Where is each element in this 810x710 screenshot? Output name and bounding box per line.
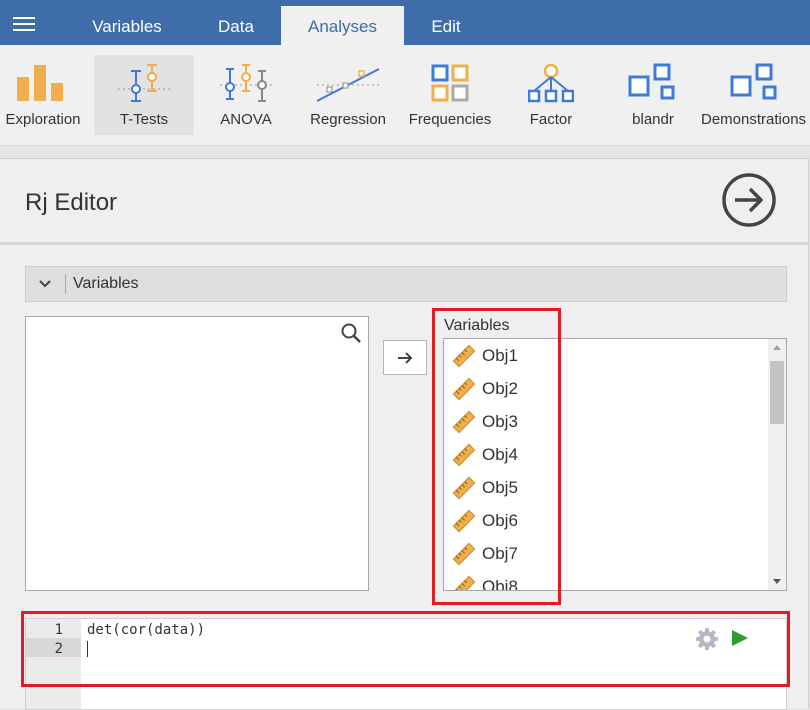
- ribbon-anova-button[interactable]: ANOVA: [198, 55, 294, 135]
- target-list-label: Variables: [444, 317, 510, 334]
- ruler-icon: [452, 575, 476, 590]
- active-line-highlight: [26, 638, 81, 657]
- module-icon: [730, 63, 777, 100]
- tab-variables[interactable]: Variables: [77, 0, 177, 45]
- panel-title: Rj Editor: [25, 189, 118, 216]
- hamburger-menu-icon[interactable]: [13, 17, 35, 31]
- variable-item[interactable]: Obj1: [444, 339, 764, 372]
- ribbon-factor-button[interactable]: Factor: [506, 55, 596, 135]
- tab-analyses[interactable]: Analyses: [281, 6, 404, 45]
- variable-item[interactable]: Obj7: [444, 537, 764, 570]
- ribbon-label: T-Tests: [119, 111, 169, 128]
- ribbon-demonstrations-button[interactable]: Demonstrations: [700, 55, 810, 135]
- rj-editor-panel: Rj Editor Variables Variables Obj1 Obj2 Ob…: [0, 158, 809, 710]
- ribbon-exploration-button[interactable]: Exploration: [0, 55, 86, 135]
- ribbon-label: Demonstrations: [701, 111, 807, 128]
- divider: [0, 242, 808, 245]
- analyses-ribbon: Exploration T-Tests ANOVA Regression Fre…: [0, 45, 810, 146]
- line-number-gutter: 1 2: [26, 619, 81, 709]
- variable-name: Obj3: [482, 412, 518, 431]
- line-number: 2: [54, 641, 63, 657]
- code-line[interactable]: det(cor(data)): [87, 622, 205, 638]
- arrow-right-icon: [398, 352, 413, 364]
- variable-item[interactable]: Obj6: [444, 504, 764, 537]
- arrow-right-circle-icon[interactable]: [722, 173, 776, 227]
- tab-edit[interactable]: Edit: [412, 0, 480, 45]
- gear-icon[interactable]: [695, 627, 719, 651]
- scroll-down-icon[interactable]: [773, 579, 781, 584]
- variable-name: Obj6: [482, 511, 518, 530]
- top-menu-bar: Variables Data Analyses Edit: [0, 0, 810, 45]
- variable-item[interactable]: Obj8: [444, 570, 764, 591]
- regression-icon: [316, 68, 380, 102]
- ruler-icon: [452, 410, 476, 434]
- variable-item[interactable]: Obj4: [444, 438, 764, 471]
- text-cursor: [87, 641, 88, 657]
- ribbon-label: Factor: [529, 111, 573, 128]
- scroll-up-icon[interactable]: [773, 345, 781, 350]
- exploration-icon: [17, 65, 63, 101]
- ribbon-frequencies-button[interactable]: Frequencies: [402, 55, 498, 135]
- ribbon-label: Frequencies: [408, 111, 492, 128]
- variables-section-header[interactable]: Variables: [25, 266, 787, 302]
- variable-name: Obj2: [482, 379, 518, 398]
- move-variable-button[interactable]: [383, 340, 427, 375]
- scrollbar[interactable]: [768, 339, 786, 590]
- variable-name: Obj1: [482, 346, 518, 365]
- ruler-icon: [452, 542, 476, 566]
- tab-data[interactable]: Data: [196, 0, 276, 45]
- ribbon-label: Exploration: [5, 111, 81, 128]
- ribbon-blandr-button[interactable]: blandr: [606, 55, 700, 135]
- ribbon-label: Regression: [310, 111, 386, 128]
- run-icon[interactable]: [731, 629, 749, 647]
- ribbon-t-tests-button[interactable]: T-Tests: [94, 55, 194, 135]
- variable-name: Obj5: [482, 478, 518, 497]
- separator: [65, 274, 66, 294]
- ruler-icon: [452, 344, 476, 368]
- variable-item[interactable]: Obj5: [444, 471, 764, 504]
- factor-icon: [528, 63, 574, 103]
- variable-items: Obj1 Obj2 Obj3 Obj4 Obj5 Obj6 Obj7 Obj8: [444, 339, 764, 591]
- ruler-icon: [452, 509, 476, 533]
- line-number: 1: [54, 622, 63, 638]
- variable-name: Obj7: [482, 544, 518, 563]
- available-variables-list[interactable]: [25, 316, 369, 591]
- search-icon[interactable]: [340, 322, 362, 344]
- variable-item[interactable]: Obj2: [444, 372, 764, 405]
- section-label: Variables: [73, 275, 139, 292]
- variable-name: Obj4: [482, 445, 518, 464]
- frequencies-icon: [431, 64, 469, 102]
- chevron-down-icon: [39, 280, 51, 288]
- variable-item[interactable]: Obj3: [444, 405, 764, 438]
- scrollbar-thumb[interactable]: [770, 361, 784, 424]
- ruler-icon: [452, 443, 476, 467]
- anova-icon: [220, 64, 272, 102]
- ribbon-label: ANOVA: [220, 111, 272, 128]
- ruler-icon: [452, 377, 476, 401]
- selected-variables-list[interactable]: Obj1 Obj2 Obj3 Obj4 Obj5 Obj6 Obj7 Obj8: [443, 338, 787, 591]
- ruler-icon: [452, 476, 476, 500]
- variable-name: Obj8: [482, 577, 518, 591]
- ribbon-label: blandr: [632, 111, 674, 128]
- module-icon: [628, 63, 675, 100]
- ribbon-regression-button[interactable]: Regression: [300, 55, 396, 135]
- code-editor[interactable]: 1 2 det(cor(data)): [25, 618, 787, 710]
- t-tests-icon: [118, 64, 170, 102]
